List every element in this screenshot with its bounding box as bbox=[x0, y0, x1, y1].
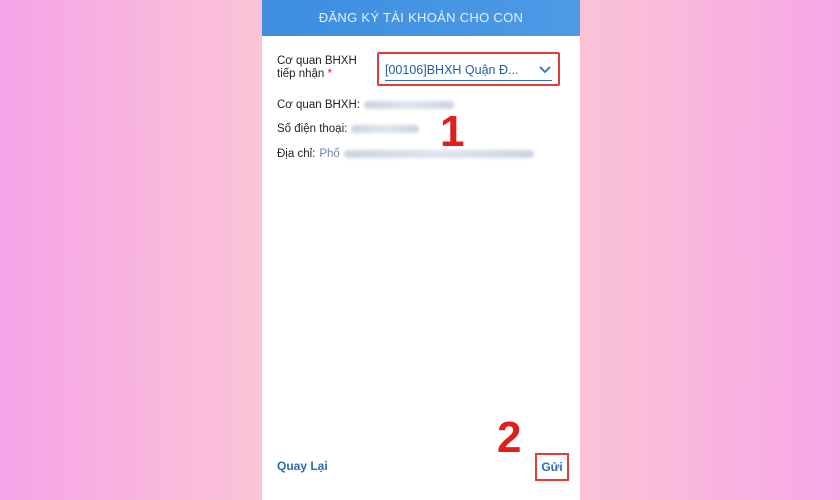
info-agency-label: Cơ quan BHXH: bbox=[277, 99, 360, 111]
agency-select[interactable]: [00106]BHXH Quận Đ... bbox=[385, 60, 552, 81]
page-title: ĐĂNG KÝ TÀI KHOẢN CHO CON bbox=[318, 10, 524, 25]
info-phone-label: Số điện thoại: bbox=[277, 123, 348, 135]
send-button[interactable]: Gửi bbox=[541, 460, 562, 474]
redacted-address-value bbox=[343, 150, 534, 158]
info-address-row: Địa chỉ: Phố bbox=[277, 148, 534, 160]
step-1-annotation: 1 bbox=[440, 107, 465, 156]
agency-select-value: [00106]BHXH Quận Đ... bbox=[385, 63, 519, 77]
info-phone-row: Số điện thoại: bbox=[277, 123, 420, 135]
step-2-annotation: 2 bbox=[497, 413, 522, 462]
redacted-phone-value bbox=[351, 125, 420, 133]
info-address-label: Địa chỉ: bbox=[277, 148, 316, 160]
phone-screen: ĐĂNG KÝ TÀI KHOẢN CHO CON Cơ quan BHXH t… bbox=[262, 0, 580, 500]
agency-select-highlight: [00106]BHXH Quận Đ... bbox=[377, 52, 560, 86]
agency-label-line2: tiếp nhận bbox=[277, 68, 325, 80]
agency-label-line1: Cơ quan BHXH bbox=[277, 55, 357, 67]
back-button[interactable]: Quay Lại bbox=[277, 459, 328, 473]
agency-field-label: Cơ quan BHXH tiếp nhận * bbox=[277, 55, 377, 81]
required-mark: * bbox=[327, 68, 333, 80]
info-agency-row: Cơ quan BHXH: bbox=[277, 99, 454, 111]
send-button-highlight: Gửi bbox=[535, 453, 569, 481]
chevron-down-icon[interactable] bbox=[538, 63, 552, 77]
info-address-prefix: Phố bbox=[319, 148, 340, 160]
page-header: ĐĂNG KÝ TÀI KHOẢN CHO CON bbox=[262, 0, 580, 36]
